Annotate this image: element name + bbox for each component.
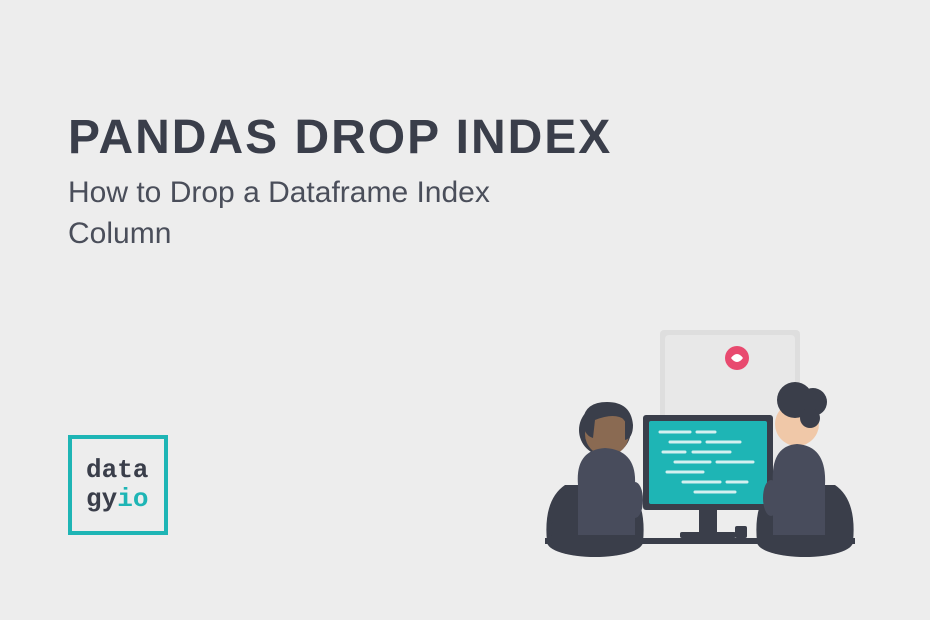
page-subtitle: How to Drop a Dataframe Index Column	[68, 173, 588, 254]
page-title: PANDAS DROP INDEX	[68, 110, 612, 165]
coding-illustration	[515, 320, 875, 580]
logo-line-1: data	[86, 456, 164, 485]
text-content: PANDAS DROP INDEX How to Drop a Datafram…	[68, 110, 612, 254]
logo-line-2: gyio	[86, 485, 164, 514]
datagy-logo: data gyio	[68, 435, 168, 535]
